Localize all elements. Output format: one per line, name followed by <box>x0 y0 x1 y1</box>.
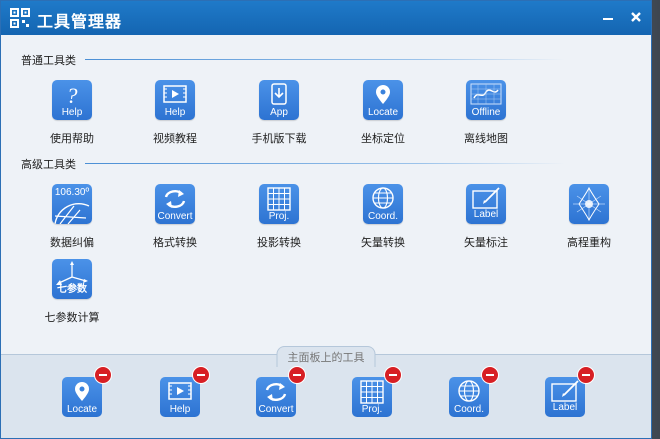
tool-label: 数据纠偏 <box>50 236 94 249</box>
section-divider <box>85 163 565 164</box>
remove-icon[interactable] <box>288 366 306 384</box>
panel-tool-help[interactable]: Help <box>160 366 210 417</box>
app-logo-icon <box>10 8 30 28</box>
section-common-label: 普通工具类 <box>21 54 76 67</box>
panel-tool-proj[interactable]: Proj. <box>352 366 402 417</box>
panel-tool-locate[interactable]: Locate <box>62 366 112 417</box>
label-edit-icon: Label <box>466 184 506 224</box>
remove-icon[interactable] <box>192 366 210 384</box>
tool-label: 投影转换 <box>257 236 301 249</box>
panel-tool-coord[interactable]: Coord. <box>449 366 499 417</box>
tool-coordinate-locate[interactable]: Locate 坐标定位 <box>333 80 433 146</box>
tool-mobile-download[interactable]: App 手机版下载 <box>229 80 329 146</box>
window-title: 工具管理器 <box>37 12 123 31</box>
tool-vector-label[interactable]: Label 矢量标注 <box>436 184 536 250</box>
tool-format-convert[interactable]: Convert 格式转换 <box>125 184 225 250</box>
minimize-button[interactable] <box>597 7 619 29</box>
title-bar[interactable]: 工具管理器 <box>1 1 651 35</box>
remove-icon[interactable] <box>384 366 402 384</box>
label-edit-icon: Label <box>545 377 585 417</box>
globe-icon: Coord. <box>363 184 403 224</box>
section-advanced-label: 高级工具类 <box>21 158 76 171</box>
tool-label: 矢量转换 <box>361 236 405 249</box>
tool-data-correction[interactable]: 106.30º 数据纠偏 <box>22 184 122 250</box>
axes-icon: 七参数 <box>52 259 92 299</box>
tool-seven-parameter[interactable]: 七参数 七参数计算 <box>22 259 122 325</box>
tool-label: 格式转换 <box>153 236 197 249</box>
tool-label: 离线地图 <box>464 132 508 145</box>
tool-vector-convert[interactable]: Coord. 矢量转换 <box>333 184 433 250</box>
help-icon: ? Help <box>52 80 92 120</box>
convert-icon: Convert <box>256 377 296 417</box>
minimize-icon <box>603 18 613 20</box>
main-panel-tools: 主面板上的工具 Locate Help Convert Proj. Coord.… <box>1 346 651 438</box>
svg-text:?: ? <box>67 83 78 108</box>
offline-map-icon: Offline <box>466 80 506 120</box>
tool-elevation-rebuild[interactable]: 高程重构 <box>539 184 639 250</box>
data-correction-icon: 106.30º <box>52 184 92 224</box>
tool-manager-window: 工具管理器 普通工具类 ? Help 使用帮助 Help 视频教程 App 手机… <box>0 0 652 439</box>
globe-icon: Coord. <box>449 377 489 417</box>
tool-label: 视频教程 <box>153 132 197 145</box>
video-icon: Help <box>155 80 195 120</box>
tool-offline-map[interactable]: Offline 离线地图 <box>436 80 536 146</box>
tool-video-tutorial[interactable]: Help 视频教程 <box>125 80 225 146</box>
remove-icon[interactable] <box>94 366 112 384</box>
video-icon: Help <box>160 377 200 417</box>
panel-tool-label[interactable]: Label <box>545 366 595 417</box>
phone-download-icon: App <box>259 80 299 120</box>
tool-label: 矢量标注 <box>464 236 508 249</box>
tool-label: 手机版下载 <box>251 132 307 145</box>
tool-label: 七参数计算 <box>44 311 100 324</box>
convert-icon: Convert <box>155 184 195 224</box>
grid-icon: Proj. <box>259 184 299 224</box>
tool-help[interactable]: ? Help 使用帮助 <box>22 80 122 146</box>
elevation-icon <box>569 184 609 224</box>
tool-label: 坐标定位 <box>361 132 405 145</box>
close-button[interactable] <box>625 7 647 29</box>
section-divider <box>85 59 565 60</box>
close-icon <box>631 12 641 22</box>
tool-projection-convert[interactable]: Proj. 投影转换 <box>229 184 329 250</box>
tool-label: 使用帮助 <box>50 132 94 145</box>
location-pin-icon: Locate <box>62 377 102 417</box>
tool-label: 高程重构 <box>567 236 611 249</box>
location-pin-icon: Locate <box>363 80 403 120</box>
panel-tool-convert[interactable]: Convert <box>256 366 306 417</box>
remove-icon[interactable] <box>481 366 499 384</box>
grid-icon: Proj. <box>352 377 392 417</box>
panel-title: 主面板上的工具 <box>276 346 376 367</box>
remove-icon[interactable] <box>577 366 595 384</box>
